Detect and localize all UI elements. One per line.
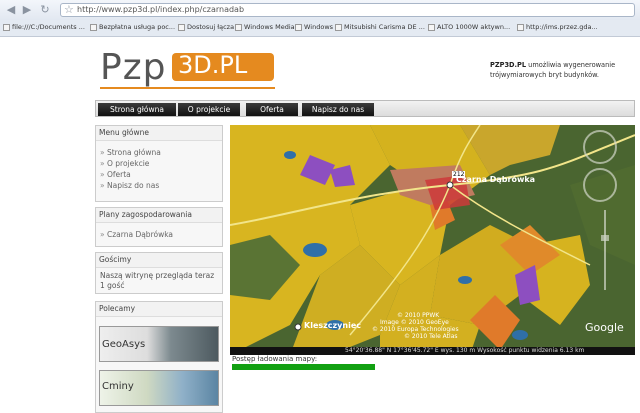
page-icon: [90, 23, 97, 31]
back-icon[interactable]: ◀: [4, 3, 18, 17]
bookmark-item[interactable]: http://ims.przez.gda...: [517, 23, 598, 31]
page-icon: [3, 23, 10, 31]
bookmark-star-icon[interactable]: ☆: [64, 3, 74, 16]
box-title: Polecamy: [96, 302, 222, 317]
url-text: http://www.pzp3d.pl/index.php/czarnadab: [77, 5, 245, 14]
page-icon: [178, 23, 185, 31]
page-icon: [517, 23, 524, 31]
map-view[interactable]: Czarna Dąbrówka 212 Kleszczyniec © 2010 …: [230, 125, 635, 355]
address-bar[interactable]: ☆ http://www.pzp3d.pl/index.php/czarnada…: [60, 3, 635, 17]
box-title: Gościmy: [96, 253, 222, 268]
nav-about-button[interactable]: O projekcie: [178, 103, 240, 116]
map-copyright: © 2010 Europa Technologies: [372, 326, 459, 333]
page-icon: [335, 23, 342, 31]
bookmark-item[interactable]: ALTO 1000W aktywn...: [428, 23, 510, 31]
page-icon: [235, 23, 242, 31]
google-logo: Google: [585, 321, 624, 334]
page-icon: [295, 23, 302, 31]
forward-icon[interactable]: ▶: [20, 3, 34, 17]
bookmark-item[interactable]: Bezpłatna usługa poc...: [90, 23, 175, 31]
recommended-box: Polecamy GeoAsys Cminy: [95, 301, 223, 413]
cminy-banner[interactable]: Cminy: [99, 370, 219, 406]
main-menu-box: Menu główne Strona główna O projekcie Of…: [95, 125, 223, 202]
sidebar-item-czarna-dabrowka[interactable]: Czarna Dąbrówka: [96, 229, 222, 240]
bookmark-item[interactable]: file:///C:/Documents ...: [3, 23, 85, 31]
page-icon: [428, 23, 435, 31]
reload-icon[interactable]: ↻: [38, 3, 52, 17]
map-copyright: © 2010 PPWK: [397, 312, 440, 319]
sidebar-item-offer[interactable]: Oferta: [96, 169, 222, 180]
map-copyright: © 2010 Tele Atlas: [404, 333, 458, 340]
logo-badge: 3D.PL: [172, 51, 274, 81]
box-title: Menu główne: [96, 126, 222, 141]
bookmark-item[interactable]: Windows: [295, 23, 333, 31]
nav-contact-button[interactable]: Napisz do nas: [302, 103, 374, 116]
nav-home-button[interactable]: Strona główna: [98, 103, 176, 116]
sidebar-item-home[interactable]: Strona główna: [96, 147, 222, 158]
map-coordinates: 54°20'36.88" N 17°36'45.72" E wys. 130 m…: [345, 347, 585, 354]
guests-text: Naszą witrynę przegląda teraz 1 gość: [100, 271, 215, 290]
nav-offer-button[interactable]: Oferta: [246, 103, 298, 116]
geoasys-banner[interactable]: GeoAsys: [99, 326, 219, 362]
map-copyright: Image © 2010 GeoEye: [380, 319, 449, 326]
guests-box: Gościmy Naszą witrynę przegląda teraz 1 …: [95, 252, 223, 294]
sidebar-item-contact[interactable]: Napisz do nas: [96, 180, 222, 191]
loading-progress-bar: [232, 364, 375, 370]
box-title: Plany zagospodarowania: [96, 208, 222, 223]
browser-toolbar: ◀ ▶ ↻ ☆ http://www.pzp3d.pl/index.php/cz…: [0, 0, 640, 21]
bookmark-item[interactable]: Dostosuj łącza: [178, 23, 234, 31]
map-status-bar: 54°20'36.88" N 17°36'45.72" E wys. 130 m…: [230, 347, 635, 355]
bookmark-item[interactable]: Mitsubishi Carisma DE ...: [335, 23, 425, 31]
map-label-kleszczyniec: Kleszczyniec: [304, 321, 362, 330]
site-tagline: PZP3D.PL umożliwia wygenerowanie trójwym…: [490, 61, 616, 79]
plans-box: Plany zagospodarowania Czarna Dąbrówka: [95, 207, 223, 247]
sidebar-item-about[interactable]: O projekcie: [96, 158, 222, 169]
bookmark-item[interactable]: Windows Media: [235, 23, 295, 31]
main-nav: Strona główna O projekcie Oferta Napisz …: [95, 100, 635, 117]
loading-label: Postęp ładowania mapy:: [232, 355, 318, 363]
map-label-czarna-dabrowka: Czarna Dąbrówka: [456, 175, 536, 184]
map-road-label: 212: [452, 171, 466, 178]
bookmarks-bar: file:///C:/Documents ... Bezpłatna usług…: [0, 20, 640, 37]
